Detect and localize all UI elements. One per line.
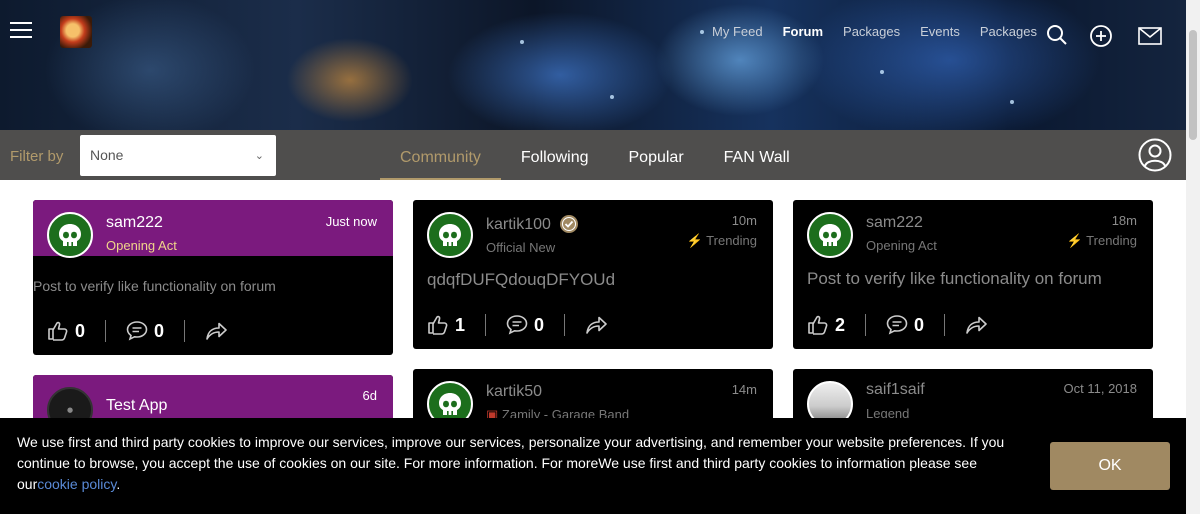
- bolt-icon: ⚡: [686, 233, 703, 248]
- header-banner: My Feed Forum Packages Events Packages: [0, 0, 1186, 130]
- post-user-role: Opening Act: [106, 238, 177, 253]
- nav-forum[interactable]: Forum: [783, 24, 823, 39]
- share-button[interactable]: [564, 314, 627, 336]
- share-button[interactable]: [184, 320, 247, 342]
- forum-post-card[interactable]: sam222 Opening Act Just now Post to veri…: [33, 200, 393, 355]
- cookie-policy-link[interactable]: cookie policy: [37, 476, 116, 492]
- like-count: 2: [835, 314, 846, 335]
- comment-count: 0: [534, 314, 545, 335]
- trending-badge: ⚡ Trending: [687, 233, 757, 249]
- post-username[interactable]: Test App: [106, 397, 167, 415]
- comment-icon: [126, 321, 148, 340]
- forum-post-card[interactable]: kartik100 Official New 10m ⚡ Trending qd…: [413, 200, 773, 349]
- search-icon[interactable]: [1046, 24, 1068, 46]
- trending-label: Trending: [706, 233, 757, 248]
- like-button[interactable]: 0: [47, 320, 105, 342]
- skull-icon: [819, 224, 841, 246]
- banner-decoration: [610, 95, 614, 99]
- nav-packages-2[interactable]: Packages: [980, 24, 1037, 39]
- banner-decoration: [700, 30, 704, 34]
- post-time: 10m: [731, 213, 757, 228]
- cookie-banner: We use first and third party cookies to …: [0, 418, 1186, 514]
- like-button[interactable]: 2: [807, 314, 865, 336]
- filter-select-value: None: [90, 147, 124, 163]
- trending-badge: ⚡ Trending: [1067, 233, 1137, 249]
- post-time: 14m: [731, 382, 757, 397]
- cookie-text: We use first and third party cookies to …: [17, 434, 1005, 492]
- band-logo-icon: ●: [66, 406, 74, 414]
- post-username[interactable]: sam222: [866, 214, 923, 232]
- post-body[interactable]: qdqfDUFQdouqDFYOUd: [427, 270, 615, 290]
- post-username[interactable]: kartik100: [486, 216, 551, 234]
- add-icon[interactable]: [1089, 24, 1113, 48]
- trending-label: Trending: [1086, 233, 1137, 248]
- app-logo[interactable]: [60, 16, 92, 48]
- post-actions: 2 0: [807, 314, 1007, 336]
- like-count: 0: [75, 320, 86, 341]
- share-icon: [966, 316, 987, 334]
- comment-icon: [886, 315, 908, 334]
- post-time: 18m: [1111, 213, 1137, 228]
- nav-my-feed[interactable]: My Feed: [712, 24, 763, 39]
- post-user-role: Official New: [486, 240, 556, 255]
- banner-decoration: [1010, 100, 1014, 104]
- post-username[interactable]: sam222: [106, 214, 163, 232]
- comment-count: 0: [154, 320, 165, 341]
- skull-icon: [439, 393, 461, 415]
- post-actions: 0 0: [47, 320, 247, 342]
- tab-following[interactable]: Following: [501, 130, 609, 180]
- chevron-down-icon: ⌄: [254, 150, 264, 162]
- thumbs-up-icon: [48, 321, 68, 341]
- cookie-message: We use first and third party cookies to …: [17, 432, 1007, 495]
- filter-label: Filter by: [10, 148, 64, 165]
- nav-events[interactable]: Events: [920, 24, 960, 39]
- scrollbar[interactable]: [1186, 0, 1200, 514]
- post-username[interactable]: saif1saif: [866, 381, 925, 399]
- comment-count: 0: [914, 314, 925, 335]
- comment-icon: [506, 315, 528, 334]
- share-icon: [206, 322, 227, 340]
- avatar[interactable]: [47, 212, 93, 258]
- comment-button[interactable]: 0: [485, 314, 564, 336]
- nav-packages[interactable]: Packages: [843, 24, 900, 39]
- post-user-role: Opening Act: [866, 238, 937, 253]
- verified-badge-icon: [560, 215, 578, 233]
- filter-bar: Filter by None ⌄ Community Following Pop…: [0, 130, 1186, 180]
- profile-icon[interactable]: [1138, 138, 1172, 172]
- scrollbar-thumb[interactable]: [1189, 30, 1197, 140]
- post-body[interactable]: Post to verify like functionality on for…: [33, 278, 276, 294]
- post-actions: 1 0: [427, 314, 627, 336]
- thumbs-up-icon: [808, 315, 828, 335]
- menu-icon[interactable]: [10, 22, 32, 40]
- tab-fan-wall[interactable]: FAN Wall: [704, 130, 810, 180]
- thumbs-up-icon: [428, 315, 448, 335]
- bolt-icon: ⚡: [1066, 233, 1083, 248]
- banner-decoration: [880, 70, 884, 74]
- filter-select[interactable]: None ⌄: [80, 135, 276, 176]
- share-icon: [586, 316, 607, 334]
- post-time: 6d: [362, 388, 377, 403]
- avatar[interactable]: [807, 212, 853, 258]
- post-time: Just now: [325, 214, 377, 229]
- tab-community[interactable]: Community: [380, 130, 501, 180]
- comment-button[interactable]: 0: [105, 320, 184, 342]
- comment-button[interactable]: 0: [865, 314, 944, 336]
- banner-decoration: [520, 40, 524, 44]
- post-body[interactable]: Post to verify like functionality on for…: [807, 269, 1102, 289]
- forum-tabs: Community Following Popular FAN Wall: [380, 130, 810, 180]
- forum-post-card[interactable]: sam222 Opening Act 18m ⚡ Trending Post t…: [793, 200, 1153, 349]
- top-nav: My Feed Forum Packages Events Packages: [712, 24, 1037, 39]
- cookie-text-end: .: [116, 476, 121, 492]
- mail-icon[interactable]: [1138, 27, 1162, 45]
- skull-icon: [439, 224, 461, 246]
- avatar[interactable]: [427, 212, 473, 258]
- post-username[interactable]: kartik50: [486, 383, 542, 401]
- post-time: Oct 11, 2018: [1063, 381, 1137, 396]
- like-button[interactable]: 1: [427, 314, 485, 336]
- tab-popular[interactable]: Popular: [609, 130, 704, 180]
- cookie-ok-button[interactable]: OK: [1050, 442, 1170, 490]
- skull-icon: [59, 224, 81, 246]
- share-button[interactable]: [944, 314, 1007, 336]
- like-count: 1: [455, 314, 466, 335]
